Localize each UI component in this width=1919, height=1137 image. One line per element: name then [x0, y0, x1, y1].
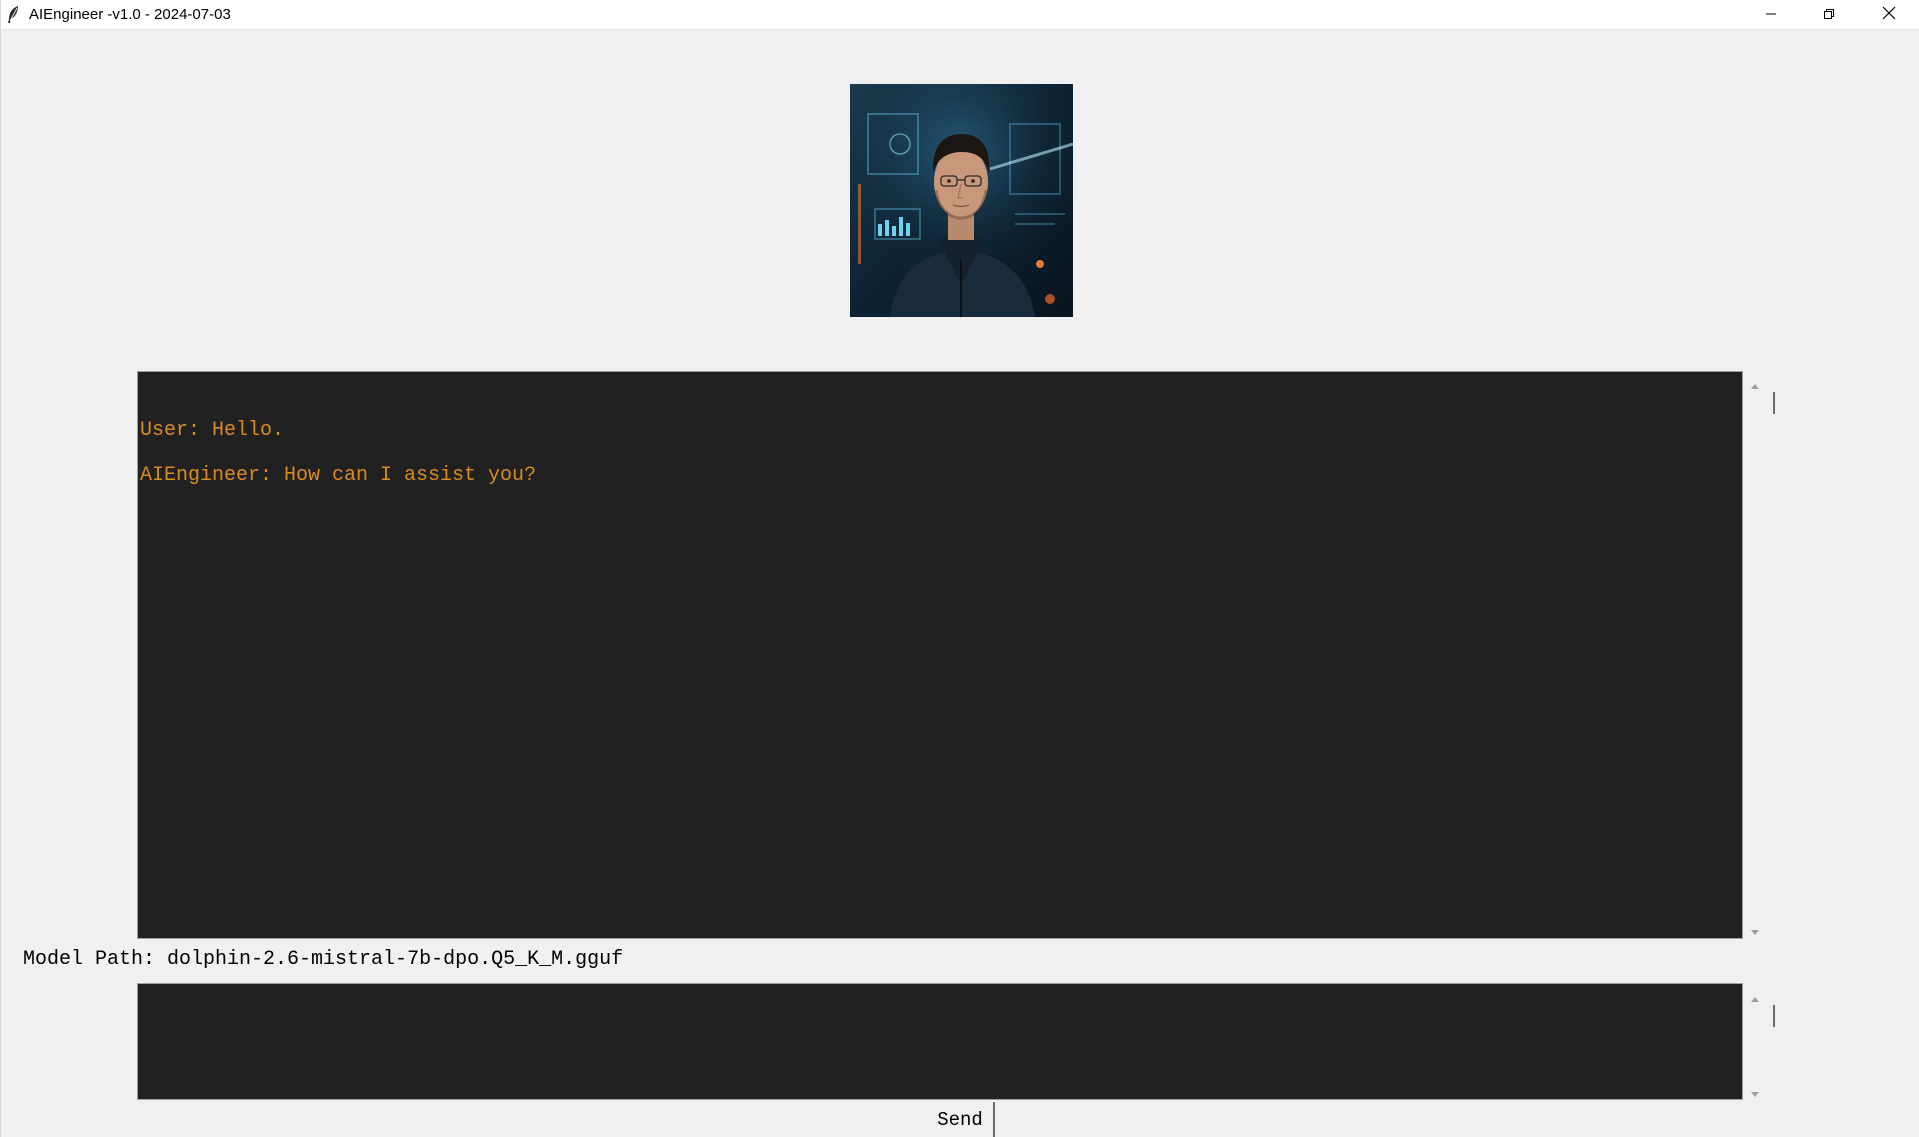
chat-message-assistant: AIEngineer: How can I assist you?	[140, 464, 537, 487]
close-icon	[1882, 5, 1896, 24]
message-input[interactable]	[137, 983, 1743, 1100]
close-button[interactable]	[1858, 0, 1919, 29]
feather-icon	[6, 5, 20, 24]
input-scroll-thumb[interactable]	[1773, 1005, 1775, 1027]
minimize-icon	[1765, 5, 1777, 24]
input-scrollbar[interactable]	[1745, 983, 1775, 1100]
restore-button[interactable]	[1800, 0, 1858, 29]
scroll-up-arrow-icon[interactable]	[1749, 376, 1761, 389]
chat-display[interactable]: User: Hello. AIEngineer: How can I assis…	[137, 371, 1743, 939]
input-scroll-down-arrow-icon[interactable]	[1749, 1085, 1761, 1097]
avatar	[850, 84, 1073, 317]
chat-scrollbar[interactable]	[1745, 371, 1775, 939]
minimize-button[interactable]	[1742, 0, 1800, 29]
window-title: AIEngineer -v1.0 - 2024-07-03	[29, 6, 231, 23]
restore-icon	[1823, 5, 1835, 24]
scroll-down-arrow-icon[interactable]	[1749, 923, 1761, 935]
app-window: AIEngineer -v1.0 - 2024-07-03 User: Hell…	[0, 0, 1919, 1137]
send-button[interactable]: Send	[927, 1102, 995, 1137]
ai-engineer-portrait-icon	[850, 84, 1073, 317]
chat-scroll-thumb[interactable]	[1773, 392, 1775, 414]
model-path-label: Model Path: dolphin-2.6-mistral-7b-dpo.Q…	[23, 948, 624, 971]
title-bar[interactable]: AIEngineer -v1.0 - 2024-07-03	[1, 0, 1919, 30]
input-scroll-up-arrow-icon[interactable]	[1749, 989, 1761, 1002]
chat-message-user: User: Hello.	[140, 419, 285, 442]
